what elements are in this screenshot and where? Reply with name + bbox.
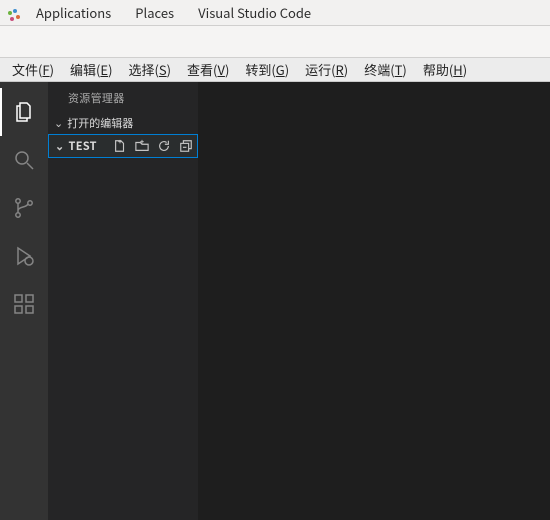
- menu-terminal[interactable]: 终端(T): [356, 60, 415, 79]
- extensions-icon: [12, 292, 36, 316]
- vscode-menu-bar: 文件(F) 编辑(E) 选择(S) 查看(V) 转到(G) 运行(R) 终端(T…: [0, 58, 550, 82]
- new-folder-icon[interactable]: [135, 139, 149, 153]
- folder-name: TEST: [69, 138, 97, 154]
- activity-explorer[interactable]: [0, 88, 48, 136]
- menu-selection[interactable]: 选择(S): [120, 60, 179, 79]
- open-editors-section[interactable]: ⌄ 打开的编辑器: [48, 112, 198, 134]
- editor-area: [198, 82, 550, 520]
- main-area: 资源管理器 ⌄ 打开的编辑器 ⌄ TEST: [0, 82, 550, 520]
- window-title-strip: [0, 26, 550, 58]
- menu-file[interactable]: 文件(F): [4, 60, 62, 79]
- gnome-logo-icon: [6, 5, 22, 21]
- chevron-down-icon: ⌄: [54, 115, 63, 131]
- explorer-title: 资源管理器: [48, 82, 198, 112]
- open-editors-label: 打开的编辑器: [67, 115, 133, 131]
- explorer-panel: 资源管理器 ⌄ 打开的编辑器 ⌄ TEST: [48, 82, 198, 520]
- play-bug-icon: [12, 244, 36, 268]
- menu-go[interactable]: 转到(G): [237, 60, 297, 79]
- activity-bar: [0, 82, 48, 520]
- menu-edit[interactable]: 编辑(E): [62, 60, 120, 79]
- chevron-down-icon: ⌄: [55, 138, 65, 154]
- new-file-icon[interactable]: [113, 139, 127, 153]
- gnome-top-bar: Applications Places Visual Studio Code: [0, 0, 550, 26]
- branch-icon: [12, 196, 36, 220]
- activity-search[interactable]: [0, 136, 48, 184]
- activity-source-control[interactable]: [0, 184, 48, 232]
- refresh-icon[interactable]: [157, 139, 171, 153]
- collapse-all-icon[interactable]: [179, 139, 193, 153]
- menu-help[interactable]: 帮助(H): [415, 60, 475, 79]
- folder-actions: [113, 139, 193, 153]
- menu-view[interactable]: 查看(V): [179, 60, 237, 79]
- files-icon: [12, 100, 36, 124]
- gnome-active-app[interactable]: Visual Studio Code: [188, 3, 321, 22]
- menu-run[interactable]: 运行(R): [297, 60, 356, 79]
- search-icon: [12, 148, 36, 172]
- gnome-places[interactable]: Places: [125, 3, 184, 22]
- gnome-applications[interactable]: Applications: [26, 3, 121, 22]
- folder-section[interactable]: ⌄ TEST: [48, 134, 198, 158]
- activity-run-debug[interactable]: [0, 232, 48, 280]
- activity-extensions[interactable]: [0, 280, 48, 328]
